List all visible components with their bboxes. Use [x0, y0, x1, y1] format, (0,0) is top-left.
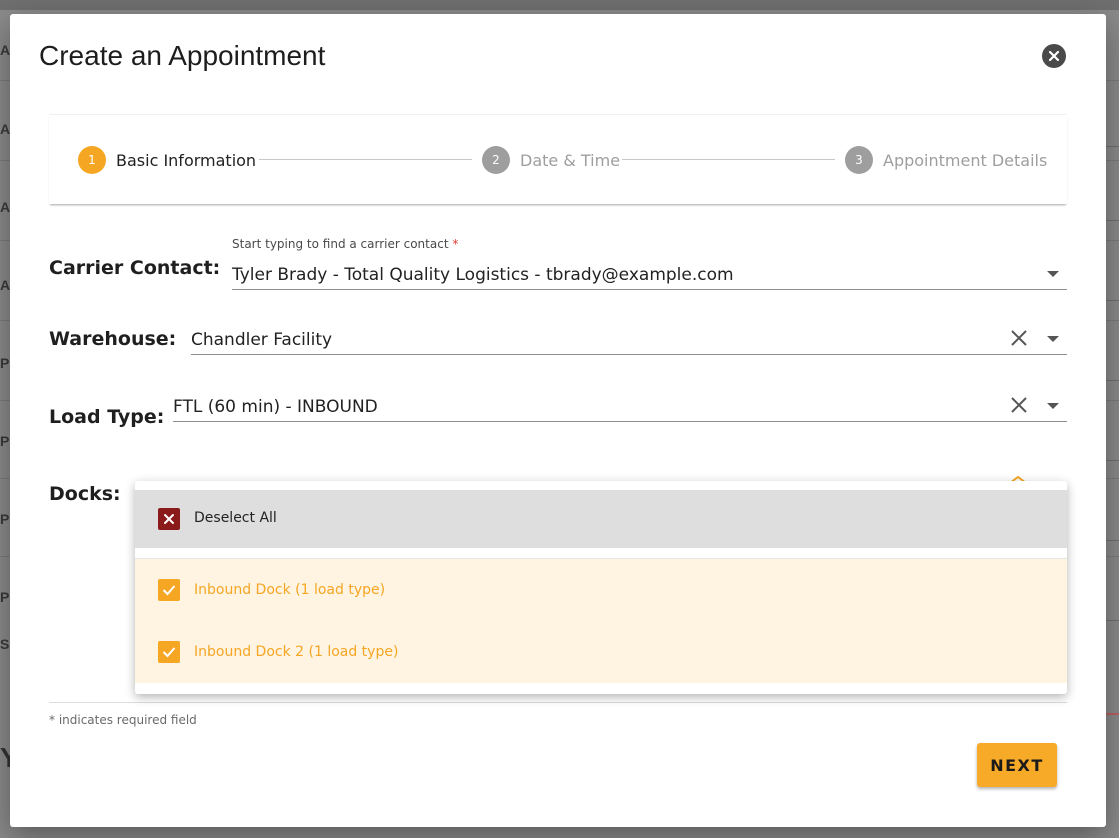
- checkbox-checked-icon[interactable]: [158, 579, 180, 601]
- background-letter: P: [0, 589, 10, 605]
- load-type-label: Load Type:: [49, 406, 165, 428]
- close-icon: [1048, 50, 1060, 62]
- carrier-contact-value: Tyler Brady - Total Quality Logistics - …: [232, 265, 734, 285]
- step-connector: [259, 159, 472, 160]
- clear-x-icon[interactable]: [1009, 328, 1029, 348]
- step-date-time: 2 Date & Time: [482, 146, 620, 174]
- dialog-title: Create an Appointment: [39, 40, 326, 71]
- background-row-divider: [1105, 380, 1119, 381]
- background-accent-line: [1105, 713, 1119, 715]
- checkbox-x-icon: [158, 508, 180, 530]
- background-letter: P: [0, 511, 10, 527]
- dock-option-label: Inbound Dock (1 load type): [194, 582, 386, 598]
- deselect-all-label: Deselect All: [194, 510, 277, 526]
- required-asterisk: *: [452, 237, 459, 251]
- step-number-badge: 1: [78, 146, 106, 174]
- background-row-divider: [1105, 620, 1119, 621]
- background-letter: A: [0, 277, 11, 293]
- deselect-all-option[interactable]: Deselect All: [135, 490, 1067, 548]
- background-letter: A: [0, 42, 11, 58]
- next-button[interactable]: NEXT: [977, 743, 1057, 787]
- background-row-divider: [1105, 220, 1119, 221]
- step-label: Basic Information: [116, 150, 257, 170]
- load-type-value: FTL (60 min) - INBOUND: [173, 397, 378, 417]
- appointment-stepper: 1 Basic Information 2 Date & Time 3 Appo…: [49, 114, 1067, 204]
- carrier-contact-hint-text: Start typing to find a carrier contact: [232, 237, 449, 251]
- dock-option-inbound-dock-2[interactable]: Inbound Dock 2 (1 load type): [135, 621, 1067, 683]
- step-connector: [622, 159, 835, 160]
- dock-option-inbound-dock[interactable]: Inbound Dock (1 load type): [135, 559, 1067, 621]
- step-appointment-details: 3 Appointment Details: [845, 146, 1047, 174]
- step-label: Appointment Details: [883, 150, 1048, 170]
- caret-down-icon[interactable]: [1047, 336, 1059, 342]
- close-button[interactable]: [1042, 44, 1066, 68]
- step-number-badge: 3: [845, 146, 873, 174]
- background-row-divider: [1105, 460, 1119, 461]
- background-row-divider: [1105, 540, 1119, 541]
- checkbox-checked-icon[interactable]: [158, 641, 180, 663]
- required-field-note: * indicates required field: [49, 713, 197, 727]
- clear-x-icon[interactable]: [1009, 395, 1029, 415]
- docks-dropdown-menu: Deselect All Inbound Dock (1 load type) …: [135, 481, 1067, 694]
- docks-label: Docks:: [49, 483, 121, 505]
- warehouse-value: Chandler Facility: [191, 330, 333, 350]
- carrier-contact-label: Carrier Contact:: [49, 257, 221, 279]
- warehouse-select[interactable]: Chandler Facility: [191, 325, 1067, 355]
- create-appointment-dialog: Create an Appointment 1 Basic Informatio…: [10, 14, 1106, 827]
- carrier-contact-hint: Start typing to find a carrier contact *: [232, 237, 458, 251]
- step-basic-information: 1 Basic Information: [78, 146, 256, 174]
- docks-options-list: Inbound Dock (1 load type) Inbound Dock …: [135, 559, 1067, 683]
- background-letter: P: [0, 433, 10, 449]
- carrier-contact-autocomplete[interactable]: Tyler Brady - Total Quality Logistics - …: [232, 260, 1067, 290]
- background-row-divider: [1105, 146, 1119, 147]
- warehouse-label: Warehouse:: [49, 328, 177, 350]
- caret-down-icon[interactable]: [1047, 271, 1059, 277]
- step-number-badge: 2: [482, 146, 510, 174]
- background-letter: P: [0, 355, 10, 371]
- background-topbar: [0, 0, 1119, 10]
- load-type-select[interactable]: FTL (60 min) - INBOUND: [173, 392, 1067, 422]
- docks-field-underline: [49, 702, 1067, 703]
- background-letter: A: [0, 199, 11, 215]
- background-letter: S: [0, 636, 10, 652]
- dock-option-label: Inbound Dock 2 (1 load type): [194, 644, 399, 660]
- background-letter: A: [0, 121, 11, 137]
- step-label: Date & Time: [520, 150, 621, 170]
- caret-down-icon[interactable]: [1047, 403, 1059, 409]
- background-row-divider: [1105, 300, 1119, 301]
